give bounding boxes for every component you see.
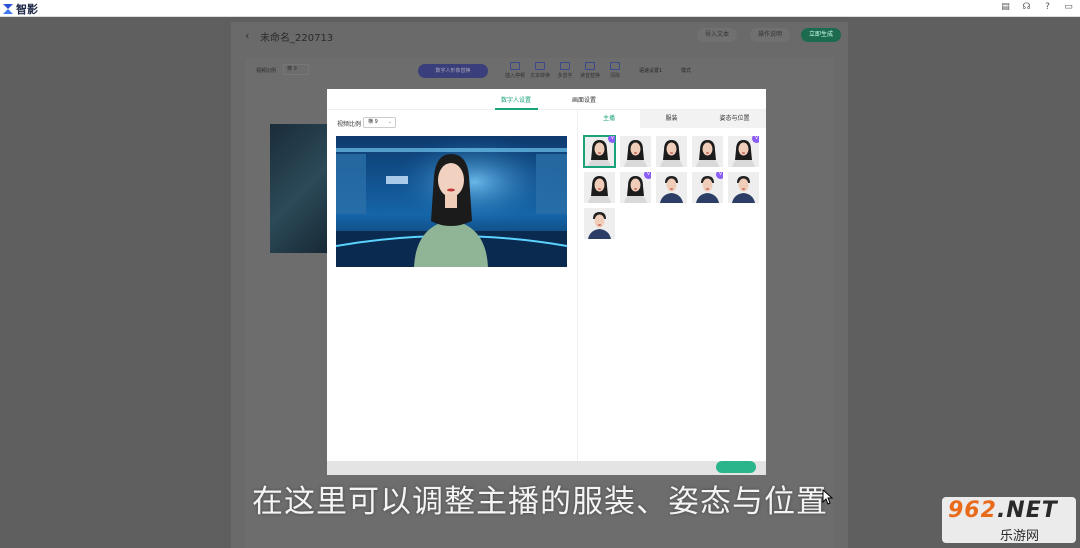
pronunciation-icon	[585, 62, 595, 70]
avatar-female-anchor-7[interactable]: V	[620, 172, 651, 203]
avatar-female-anchor-6[interactable]	[584, 172, 615, 203]
portrait-icon	[584, 172, 615, 203]
avatar-male-anchor-1[interactable]	[656, 172, 687, 203]
clear-icon	[610, 62, 620, 70]
confirm-button[interactable]	[716, 461, 756, 473]
vip-badge-icon: V	[716, 172, 723, 179]
project-title[interactable]: 未命名_220713	[260, 29, 333, 44]
avatar-female-anchor-2[interactable]	[620, 136, 651, 167]
avatar-female-anchor-5[interactable]: V	[728, 136, 759, 167]
digital-human-settings-modal: 数字人设置 画面设置 视频比例 横 9 ⌄ 主播 服装 姿态与位置 V V V …	[327, 89, 766, 461]
anchor-preview-image	[336, 136, 567, 267]
doc-icon[interactable]: ▤	[1000, 2, 1011, 12]
digital-human-replace-button[interactable]: 数字人形象替换	[418, 64, 488, 78]
help-guide-button[interactable]: 操作说明	[750, 28, 791, 42]
video-ratio-select[interactable]: 横 9 ⌄	[363, 117, 396, 128]
ratio-label: 视频比例	[256, 68, 277, 74]
pronunciation-tool[interactable]: 读音替换	[578, 62, 602, 79]
avatar-female-anchor-4[interactable]	[692, 136, 723, 167]
app-logo: 智影	[2, 1, 38, 17]
chevron-down-icon: ⌄	[387, 119, 392, 125]
panel-divider	[577, 110, 578, 461]
back-icon[interactable]: ‹	[245, 29, 249, 42]
portrait-icon	[728, 172, 759, 203]
import-text-button[interactable]: 导入文本	[697, 28, 738, 42]
mouse-cursor-icon	[822, 489, 834, 505]
tab-costume[interactable]: 服装	[640, 110, 703, 128]
modal-footer	[327, 461, 766, 475]
pause-icon	[510, 62, 520, 70]
polyphone-tool[interactable]: 多音字	[553, 62, 577, 79]
clear-tool[interactable]: 清除	[603, 62, 627, 79]
vip-badge-icon: V	[608, 136, 615, 143]
text-convert-tool[interactable]: 文本转换	[528, 62, 552, 79]
portrait-icon	[584, 208, 615, 239]
portrait-icon	[620, 136, 651, 167]
app-titlebar: 智影 ▤ ☊ ? ▭	[0, 0, 1080, 17]
tab-digital-human-settings[interactable]: 数字人设置	[501, 95, 531, 104]
modal-tab-bar: 数字人设置 画面设置	[327, 89, 766, 110]
portrait-icon	[692, 136, 723, 167]
polyphone-icon	[560, 62, 570, 70]
active-tab-indicator	[495, 108, 538, 110]
insert-pause-tool[interactable]: 插入停顿	[503, 62, 527, 79]
speed-label[interactable]: 语速设置1	[639, 67, 662, 74]
avatar-male-anchor-2[interactable]: V	[692, 172, 723, 203]
site-watermark: 962.NET 乐游网	[942, 497, 1076, 544]
ratio-select[interactable]: 横 9	[283, 64, 309, 75]
convert-icon	[535, 62, 545, 70]
anchor-options-tabs: 主播 服装 姿态与位置	[578, 110, 766, 128]
tab-anchor[interactable]: 主播	[578, 110, 640, 128]
video-ratio-label: 视频比例	[337, 121, 362, 128]
avatar-male-anchor-3[interactable]	[728, 172, 759, 203]
watermark-top: 962.NET	[948, 498, 1058, 523]
generate-button[interactable]: 立即生成	[801, 28, 842, 42]
vip-badge-icon: V	[752, 136, 759, 143]
avatar-male-anchor-4[interactable]	[584, 208, 615, 239]
tab-pose-position[interactable]: 姿态与位置	[703, 110, 766, 128]
vip-badge-icon: V	[644, 172, 651, 179]
portrait-icon	[656, 136, 687, 167]
help-icon[interactable]: ?	[1042, 2, 1053, 12]
avatar-female-anchor-3[interactable]	[656, 136, 687, 167]
headset-icon[interactable]: ☊	[1021, 2, 1032, 12]
app-name: 智影	[16, 3, 38, 16]
message-icon[interactable]: ▭	[1063, 2, 1074, 12]
watermark-bottom: 乐游网	[1000, 529, 1040, 544]
video-subtitle: 在这里可以调整主播的服装、姿态与位置	[252, 484, 828, 520]
mode-label[interactable]: 模式	[681, 67, 691, 74]
zhiying-logo-icon	[3, 4, 13, 14]
portrait-icon	[656, 172, 687, 203]
avatar-female-anchor-1[interactable]: V	[583, 135, 616, 168]
tab-scene-settings[interactable]: 画面设置	[572, 95, 596, 104]
